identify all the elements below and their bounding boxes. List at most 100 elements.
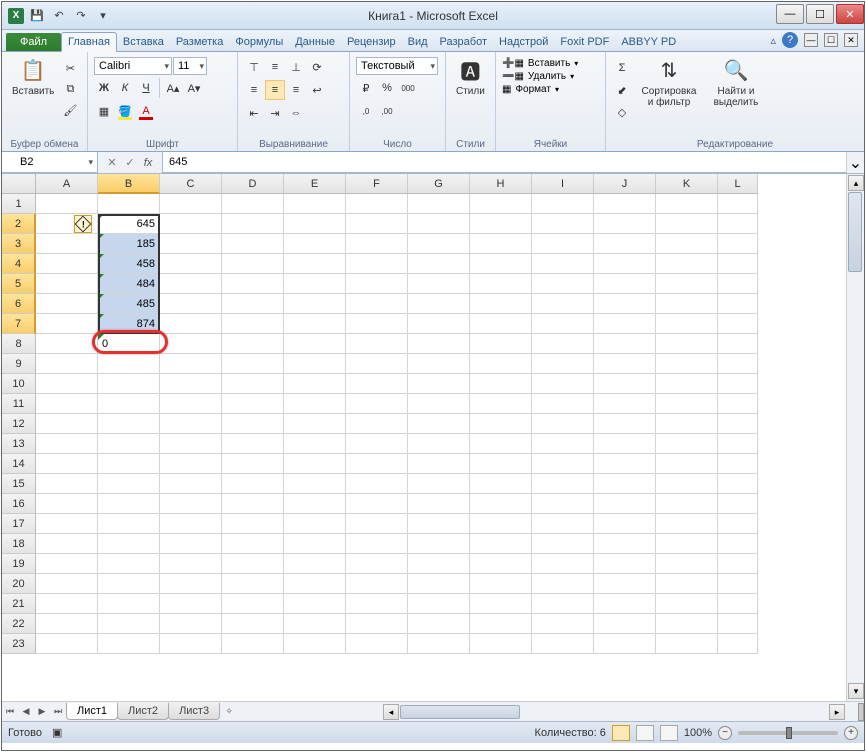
row-header-15[interactable]: 15 (2, 474, 36, 494)
zoom-in-icon[interactable]: + (844, 726, 858, 740)
row-header-10[interactable]: 10 (2, 374, 36, 394)
col-header-J[interactable]: J (594, 174, 656, 194)
cell-A9[interactable] (36, 354, 98, 374)
cell-B6[interactable]: 485 (98, 294, 160, 314)
cell-G11[interactable] (408, 394, 470, 414)
cell-K10[interactable] (656, 374, 718, 394)
cell-I19[interactable] (532, 554, 594, 574)
cell-C12[interactable] (160, 414, 222, 434)
insert-cells-button[interactable]: ➕▦ Вставить▾ (502, 58, 578, 69)
cell-B15[interactable] (98, 474, 160, 494)
cell-B2[interactable]: 645! (98, 214, 160, 234)
cell-F10[interactable] (346, 374, 408, 394)
cell-F11[interactable] (346, 394, 408, 414)
cell-I2[interactable] (532, 214, 594, 234)
grow-font-icon[interactable]: A▴ (163, 78, 183, 98)
row-header-19[interactable]: 19 (2, 554, 36, 574)
cell-B17[interactable] (98, 514, 160, 534)
cell-E12[interactable] (284, 414, 346, 434)
cell-B18[interactable] (98, 534, 160, 554)
cell-F7[interactable] (346, 314, 408, 334)
cell-F8[interactable] (346, 334, 408, 354)
cell-B8[interactable]: 0 (98, 334, 160, 354)
cell-A20[interactable] (36, 574, 98, 594)
col-header-I[interactable]: I (532, 174, 594, 194)
cell-F6[interactable] (346, 294, 408, 314)
row-header-13[interactable]: 13 (2, 434, 36, 454)
cell-H17[interactable] (470, 514, 532, 534)
cell-C1[interactable] (160, 194, 222, 214)
view-page-break-icon[interactable] (660, 725, 678, 741)
cell-K12[interactable] (656, 414, 718, 434)
col-header-F[interactable]: F (346, 174, 408, 194)
cell-G22[interactable] (408, 614, 470, 634)
cell-H20[interactable] (470, 574, 532, 594)
clear-icon[interactable]: ◇ (612, 102, 632, 122)
cell-E10[interactable] (284, 374, 346, 394)
workbook-restore-button[interactable]: ☐ (824, 33, 838, 47)
cell-I22[interactable] (532, 614, 594, 634)
cell-A15[interactable] (36, 474, 98, 494)
col-header-C[interactable]: C (160, 174, 222, 194)
cell-I23[interactable] (532, 634, 594, 654)
row-header-23[interactable]: 23 (2, 634, 36, 654)
cell-J16[interactable] (594, 494, 656, 514)
cell-I16[interactable] (532, 494, 594, 514)
row-header-14[interactable]: 14 (2, 454, 36, 474)
scroll-up-icon[interactable]: ▴ (848, 175, 864, 191)
format-painter-icon[interactable]: 🖌 (60, 100, 80, 120)
cell-L19[interactable] (718, 554, 758, 574)
cell-D6[interactable] (222, 294, 284, 314)
cell-B10[interactable] (98, 374, 160, 394)
cell-L14[interactable] (718, 454, 758, 474)
cell-D13[interactable] (222, 434, 284, 454)
cell-C20[interactable] (160, 574, 222, 594)
cell-C19[interactable] (160, 554, 222, 574)
cell-K1[interactable] (656, 194, 718, 214)
cell-J5[interactable] (594, 274, 656, 294)
cell-L17[interactable] (718, 514, 758, 534)
cell-E6[interactable] (284, 294, 346, 314)
cell-E13[interactable] (284, 434, 346, 454)
cell-F15[interactable] (346, 474, 408, 494)
cell-H5[interactable] (470, 274, 532, 294)
cell-H4[interactable] (470, 254, 532, 274)
cell-I15[interactable] (532, 474, 594, 494)
row-header-3[interactable]: 3 (2, 234, 36, 254)
row-header-6[interactable]: 6 (2, 294, 36, 314)
tab-data[interactable]: Данные (289, 33, 341, 51)
cell-G16[interactable] (408, 494, 470, 514)
cell-E17[interactable] (284, 514, 346, 534)
cell-F2[interactable] (346, 214, 408, 234)
cell-I20[interactable] (532, 574, 594, 594)
cell-A22[interactable] (36, 614, 98, 634)
cell-A21[interactable] (36, 594, 98, 614)
sheet-nav-first-icon[interactable]: ⏮ (2, 704, 18, 720)
sheet-nav-next-icon[interactable]: ▶ (34, 704, 50, 720)
cell-C7[interactable] (160, 314, 222, 334)
cell-I1[interactable] (532, 194, 594, 214)
cell-F17[interactable] (346, 514, 408, 534)
cell-D21[interactable] (222, 594, 284, 614)
select-all-corner[interactable] (2, 174, 36, 194)
bold-button[interactable]: Ж (94, 78, 114, 98)
underline-button[interactable]: Ч (136, 78, 156, 98)
cell-I6[interactable] (532, 294, 594, 314)
tab-insert[interactable]: Вставка (117, 33, 170, 51)
cell-C5[interactable] (160, 274, 222, 294)
cancel-formula-icon[interactable]: ✕ (104, 155, 120, 171)
copy-icon[interactable]: ⧉ (60, 79, 80, 99)
cell-J8[interactable] (594, 334, 656, 354)
hscroll-thumb[interactable] (400, 705, 520, 719)
cell-L15[interactable] (718, 474, 758, 494)
cell-I17[interactable] (532, 514, 594, 534)
cell-H13[interactable] (470, 434, 532, 454)
cell-I11[interactable] (532, 394, 594, 414)
col-header-H[interactable]: H (470, 174, 532, 194)
cell-J13[interactable] (594, 434, 656, 454)
cell-D14[interactable] (222, 454, 284, 474)
cell-I13[interactable] (532, 434, 594, 454)
cell-F20[interactable] (346, 574, 408, 594)
cell-F18[interactable] (346, 534, 408, 554)
cell-H19[interactable] (470, 554, 532, 574)
